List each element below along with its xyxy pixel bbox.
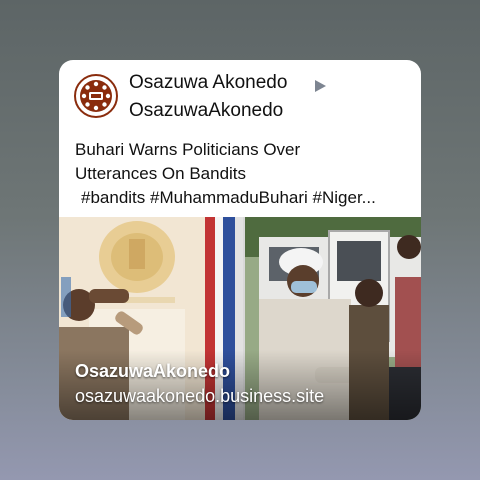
- post-hashtags[interactable]: #bandits #MuhammaduBuhari #Niger...: [75, 186, 415, 210]
- preview-site-name[interactable]: OsazuwaAkonedo: [75, 361, 230, 382]
- preview-url[interactable]: osazuwaakonedo.business.site: [75, 386, 324, 407]
- author-handle[interactable]: OsazuwaAkonedo: [129, 100, 283, 122]
- logo-icon: [77, 77, 115, 115]
- author-name[interactable]: Osazuwa Akonedo: [129, 72, 287, 94]
- post-text-line: Utterances On Bandits: [75, 164, 247, 183]
- author-avatar[interactable]: [74, 74, 118, 118]
- post-card[interactable]: Osazuwa Akonedo OsazuwaAkonedo Buhari Wa…: [59, 60, 421, 420]
- play-triangle-icon[interactable]: [315, 80, 326, 92]
- link-preview[interactable]: OsazuwaAkonedo osazuwaakonedo.business.s…: [59, 217, 421, 420]
- post-header: Osazuwa Akonedo OsazuwaAkonedo: [59, 60, 421, 130]
- post-text: Buhari Warns Politicians Over Utterances…: [75, 138, 415, 210]
- post-text-line: Buhari Warns Politicians Over: [75, 140, 301, 159]
